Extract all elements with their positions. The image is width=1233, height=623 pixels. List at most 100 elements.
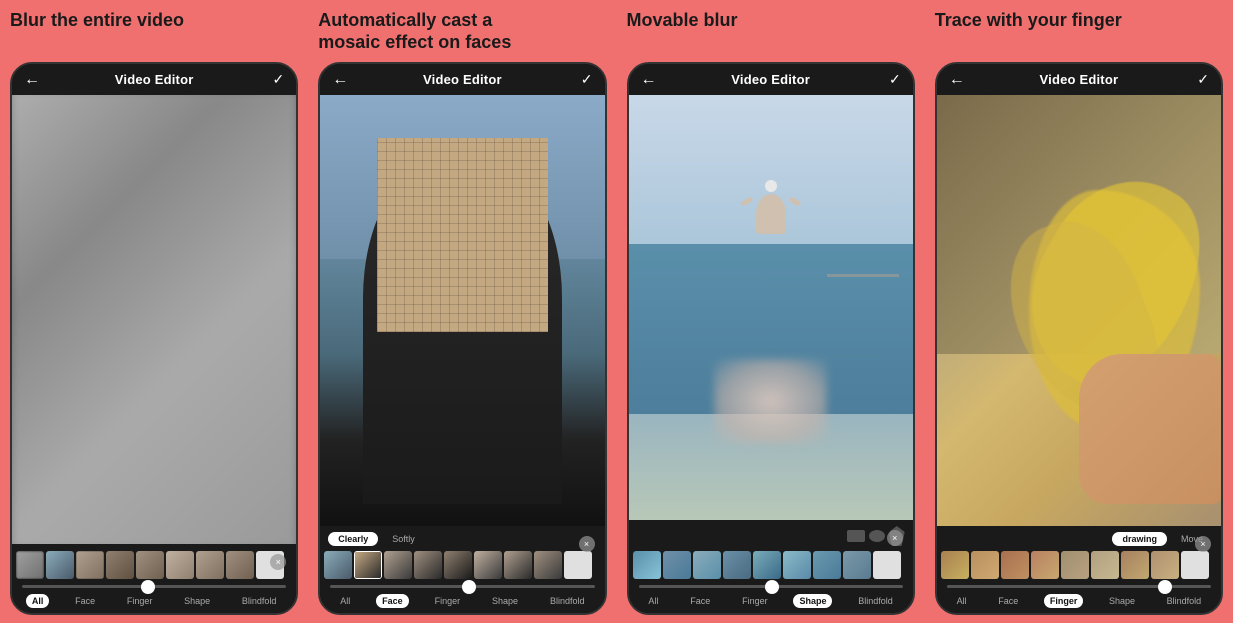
thumb-m4[interactable]: [414, 551, 442, 579]
close-button-movable[interactable]: ×: [887, 530, 903, 546]
close-button-mosaic[interactable]: ×: [579, 536, 595, 552]
thumb-4[interactable]: [106, 551, 134, 579]
close-button-trace[interactable]: ×: [1195, 536, 1211, 552]
thumb-2[interactable]: [46, 551, 74, 579]
thumb-t7[interactable]: [1121, 551, 1149, 579]
slider-area-blur: [16, 582, 292, 591]
tab-all-blur[interactable]: All: [26, 594, 50, 608]
thumb-1[interactable]: [16, 551, 44, 579]
thumb-white-trace[interactable]: [1181, 551, 1209, 579]
shape-tools-bar: [633, 524, 909, 548]
back-icon-trace[interactable]: ←: [949, 71, 965, 89]
tab-shape-mosaic[interactable]: Shape: [486, 594, 524, 608]
header-title-movable: Video Editor: [731, 72, 810, 87]
thumb-v3[interactable]: [693, 551, 721, 579]
thumb-strip-movable: [633, 548, 909, 582]
slider-thumb-trace[interactable]: [1158, 580, 1172, 594]
thumb-t2[interactable]: [971, 551, 999, 579]
thumb-m7[interactable]: [504, 551, 532, 579]
header-title-trace: Video Editor: [1040, 72, 1119, 87]
thumb-strip-mosaic: [324, 548, 600, 582]
tab-face-mosaic[interactable]: Face: [376, 594, 409, 608]
draw-toggle-bar: drawing Move: [941, 530, 1217, 548]
thumb-v1[interactable]: [633, 551, 661, 579]
slider-thumb-blur[interactable]: [141, 580, 155, 594]
thumb-7[interactable]: [196, 551, 224, 579]
back-icon-mosaic[interactable]: ←: [332, 71, 348, 89]
thumb-t4[interactable]: [1031, 551, 1059, 579]
slider-thumb-movable[interactable]: [765, 580, 779, 594]
thumb-v6[interactable]: [783, 551, 811, 579]
check-icon-movable[interactable]: ✓: [889, 71, 901, 88]
tab-blindfold-trace[interactable]: Blindfold: [1161, 594, 1208, 608]
thumb-t1[interactable]: [941, 551, 969, 579]
panel-movable-blur: Movable blur ← Video Editor ✓: [617, 0, 925, 623]
thumb-white-movable[interactable]: [873, 551, 901, 579]
hand-element: [1079, 354, 1221, 505]
slider-track-movable[interactable]: [639, 585, 903, 588]
thumb-t6[interactable]: [1091, 551, 1119, 579]
tab-all-mosaic[interactable]: All: [334, 594, 356, 608]
oval-shape-icon[interactable]: [869, 530, 885, 542]
thumb-m2[interactable]: [354, 551, 382, 579]
thumb-white-mosaic[interactable]: [564, 551, 592, 579]
tab-blindfold-blur[interactable]: Blindfold: [236, 594, 283, 608]
phone-footer-movable: ×: [629, 520, 913, 613]
tab-blindfold-movable[interactable]: Blindfold: [852, 594, 899, 608]
thumb-m1[interactable]: [324, 551, 352, 579]
video-content-blur: [12, 95, 296, 544]
tab-finger-mosaic[interactable]: Finger: [429, 594, 467, 608]
tab-all-movable[interactable]: All: [642, 594, 664, 608]
video-content-mosaic: [320, 95, 604, 526]
panel-title-movable: Movable blur: [627, 10, 915, 54]
slider-track-blur[interactable]: [22, 585, 286, 588]
tab-all-trace[interactable]: All: [951, 594, 973, 608]
thumb-5[interactable]: [136, 551, 164, 579]
thumb-m5[interactable]: [444, 551, 472, 579]
tab-shape-movable[interactable]: Shape: [793, 594, 832, 608]
movable-blur-spot[interactable]: [714, 359, 828, 444]
thumb-v7[interactable]: [813, 551, 841, 579]
thumb-m8[interactable]: [534, 551, 562, 579]
header-title-mosaic: Video Editor: [423, 72, 502, 87]
rect-shape-icon[interactable]: [847, 530, 865, 542]
thumb-3[interactable]: [76, 551, 104, 579]
thumb-v4[interactable]: [723, 551, 751, 579]
thumb-v5[interactable]: [753, 551, 781, 579]
check-icon-blur[interactable]: ✓: [273, 71, 285, 88]
movable-video-bg: [629, 95, 913, 520]
thumb-m3[interactable]: [384, 551, 412, 579]
check-icon-mosaic[interactable]: ✓: [581, 71, 593, 88]
tab-finger-trace[interactable]: Finger: [1044, 594, 1084, 608]
tab-finger-movable[interactable]: Finger: [736, 594, 774, 608]
tab-shape-trace[interactable]: Shape: [1103, 594, 1141, 608]
slider-thumb-mosaic[interactable]: [462, 580, 476, 594]
thumb-m6[interactable]: [474, 551, 502, 579]
thumb-t5[interactable]: [1061, 551, 1089, 579]
thumb-v8[interactable]: [843, 551, 871, 579]
person-arm-left: [740, 196, 753, 206]
tab-face-trace[interactable]: Face: [992, 594, 1024, 608]
tab-blindfold-mosaic[interactable]: Blindfold: [544, 594, 591, 608]
tab-finger-blur[interactable]: Finger: [121, 594, 159, 608]
tab-face-blur[interactable]: Face: [69, 594, 101, 608]
slider-track-trace[interactable]: [947, 585, 1211, 588]
draw-pill-drawing[interactable]: drawing: [1112, 532, 1167, 546]
back-icon-movable[interactable]: ←: [641, 71, 657, 89]
mosaic-face-overlay: [377, 138, 548, 332]
slider-track-mosaic[interactable]: [330, 585, 594, 588]
tab-shape-blur[interactable]: Shape: [178, 594, 216, 608]
thumb-t8[interactable]: [1151, 551, 1179, 579]
check-icon-trace[interactable]: ✓: [1197, 71, 1209, 88]
slider-area-trace: [941, 582, 1217, 591]
back-icon-blur[interactable]: ←: [24, 71, 40, 89]
mosaic-video-bg: [320, 95, 604, 526]
thumb-6[interactable]: [166, 551, 194, 579]
thumb-t3[interactable]: [1001, 551, 1029, 579]
tab-face-movable[interactable]: Face: [684, 594, 716, 608]
toggle-softly[interactable]: Softly: [382, 532, 425, 546]
thumb-8[interactable]: [226, 551, 254, 579]
toggle-clearly[interactable]: Clearly: [328, 532, 378, 546]
thumb-v2[interactable]: [663, 551, 691, 579]
person-arm-right: [788, 196, 801, 206]
